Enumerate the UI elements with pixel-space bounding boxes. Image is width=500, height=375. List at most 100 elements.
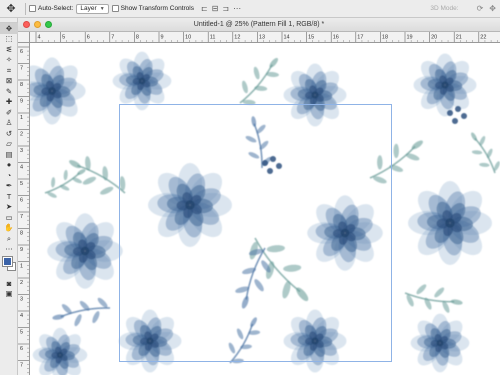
crop-tool-icon[interactable]: ⌗ <box>0 65 18 76</box>
leaf-sprig <box>404 284 463 313</box>
document-title: Untitled-1 @ 25% (Pattern Fill 1, RGB/8)… <box>193 21 325 28</box>
rose-flower <box>410 313 470 373</box>
frame-tool-icon[interactable]: ⊠ <box>0 76 18 87</box>
rose-flower <box>408 181 492 265</box>
horizontal-ruler-ticks: 4 5 6 7 8 9 10 11 12 13 14 15 16 17 18 19 20 21 22 <box>35 32 498 42</box>
magic-wand-icon[interactable]: ✧ <box>0 55 18 66</box>
ruler-label: 7 <box>20 363 23 369</box>
ruler-label: 12 <box>234 35 240 41</box>
divider <box>25 2 26 15</box>
marquee-tool-icon[interactable]: ⬚ <box>0 34 18 45</box>
zoom-button[interactable] <box>45 21 52 28</box>
ruler-label: 7 <box>20 66 23 72</box>
rose-flower <box>47 213 123 289</box>
move-tool-icon[interactable]: ✥ <box>0 0 22 18</box>
brush-tool-icon[interactable]: ✐ <box>0 107 18 118</box>
ruler-label: 3 <box>20 297 23 303</box>
options-bar: ✥ Auto-Select: Layer ▼ Show Transform Co… <box>0 0 500 18</box>
ruler-label: 15 <box>308 35 314 41</box>
ruler-label: 9 <box>20 99 23 105</box>
photoshop-window: ✥ Auto-Select: Layer ▼ Show Transform Co… <box>0 0 500 375</box>
quick-mask-icon[interactable]: ◙ <box>0 278 18 289</box>
transform-controls-label: Show Transform Controls <box>120 5 194 12</box>
eraser-icon[interactable]: ▱ <box>0 139 18 150</box>
ruler-label: 9 <box>161 35 164 41</box>
ruler-label: 20 <box>431 35 437 41</box>
path-select-icon[interactable]: ➤ <box>0 202 18 213</box>
dodge-tool-icon[interactable]: ◔ <box>0 170 18 181</box>
auto-select-value: Layer <box>80 5 97 12</box>
zoom-tool-icon[interactable]: ⌕ <box>0 233 18 244</box>
stamp-tool-icon[interactable]: ♙ <box>0 118 18 129</box>
close-button[interactable] <box>23 21 30 28</box>
leaf-sprig <box>239 57 279 105</box>
pattern-tile-bounds <box>119 104 392 362</box>
ruler-label: 21 <box>456 35 462 41</box>
hand-tool-icon[interactable]: ✋ <box>0 223 18 234</box>
leaf-sprig <box>44 169 86 198</box>
leaf-sprig <box>52 297 111 327</box>
horizontal-ruler[interactable]: 4 5 6 7 8 9 10 11 12 13 14 15 16 17 18 19 20 21 22 <box>30 32 500 43</box>
align-center-icon[interactable]: ⊟ <box>212 4 219 13</box>
screen-mode-icon[interactable]: ▣ <box>0 289 18 300</box>
vertical-ruler[interactable]: 6 7 8 9 1 2 3 4 5 6 7 8 9 1 2 3 4 5 6 7 <box>18 43 30 375</box>
align-left-icon[interactable]: ⊏ <box>201 4 208 13</box>
rose-flower <box>30 57 86 125</box>
rose-flower <box>112 51 172 111</box>
type-tool-icon[interactable]: T <box>0 191 18 202</box>
move-tool-icon[interactable]: ✥ <box>0 23 18 34</box>
ruler-label: 22 <box>480 35 486 41</box>
ruler-label: 1 <box>20 115 23 121</box>
ruler-label: 8 <box>20 82 23 88</box>
ruler-label: 14 <box>284 35 290 41</box>
document-canvas[interactable] <box>30 43 500 375</box>
auto-select-dropdown[interactable]: Layer ▼ <box>76 3 109 14</box>
minimize-button[interactable] <box>34 21 41 28</box>
distribute-icon[interactable]: ⋯ <box>233 4 241 13</box>
3d-icons: ⟳ ✥ <box>477 4 496 13</box>
ruler-label: 4 <box>38 35 41 41</box>
rose-flower <box>32 327 88 375</box>
ruler-label: 6 <box>20 198 23 204</box>
healing-brush-icon[interactable]: ✚ <box>0 97 18 108</box>
ruler-label: 19 <box>407 35 413 41</box>
ruler-label: 18 <box>382 35 388 41</box>
ruler-label: 1 <box>20 264 23 270</box>
ruler-label: 4 <box>20 313 23 319</box>
document-titlebar[interactable]: Untitled-1 @ 25% (Pattern Fill 1, RGB/8)… <box>18 18 500 32</box>
ruler-label: 16 <box>333 35 339 41</box>
lasso-tool-icon[interactable]: ᓬ <box>0 44 18 55</box>
ruler-label: 11 <box>210 35 216 41</box>
history-brush-icon[interactable]: ↺ <box>0 128 18 139</box>
pen-tool-icon[interactable]: ✒ <box>0 181 18 192</box>
ruler-label: 10 <box>185 35 191 41</box>
ruler-label: 5 <box>20 181 23 187</box>
pan-3d-icon[interactable]: ✥ <box>489 4 496 13</box>
ruler-label: 6 <box>20 49 23 55</box>
document-window: Untitled-1 @ 25% (Pattern Fill 1, RGB/8)… <box>18 18 500 375</box>
ruler-label: 17 <box>357 35 363 41</box>
ruler-label: 5 <box>62 35 65 41</box>
ruler-label: 13 <box>259 35 265 41</box>
rotate-3d-icon[interactable]: ⟳ <box>477 4 484 13</box>
transform-controls-checkbox[interactable] <box>111 5 119 12</box>
align-right-icon[interactable]: ⊐ <box>222 4 229 13</box>
ruler-label: 3 <box>20 148 23 154</box>
ruler-label: 2 <box>20 132 23 138</box>
mode-3d-label: 3D Mode: <box>430 5 459 12</box>
ruler-label: 8 <box>136 35 139 41</box>
align-icons: ⊏ ⊟ ⊐ ⋯ <box>201 4 241 13</box>
auto-select-label: Auto-Select: <box>38 5 74 12</box>
ruler-label: 7 <box>20 214 23 220</box>
more-tools-icon[interactable]: ⋯ <box>0 244 18 255</box>
auto-select-checkbox[interactable] <box>29 5 36 12</box>
foreground-color-swatch[interactable] <box>2 256 13 267</box>
ruler-label: 2 <box>20 280 23 286</box>
eyedropper-icon[interactable]: ✎ <box>0 86 18 97</box>
ruler-corner[interactable] <box>18 32 30 43</box>
shape-tool-icon[interactable]: ▭ <box>0 212 18 223</box>
gradient-tool-icon[interactable]: ▤ <box>0 149 18 160</box>
ruler-label: 9 <box>20 247 23 253</box>
blur-tool-icon[interactable]: ● <box>0 160 18 171</box>
ruler-label: 6 <box>87 35 90 41</box>
